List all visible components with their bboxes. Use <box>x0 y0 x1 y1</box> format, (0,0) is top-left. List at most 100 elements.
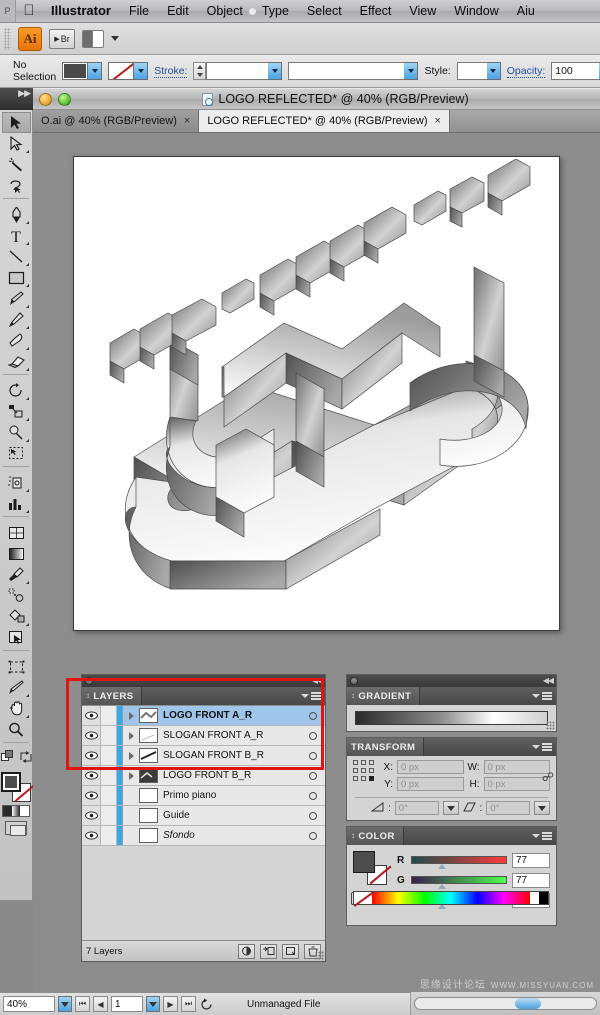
gradient-tool[interactable] <box>2 543 31 564</box>
none-swatch[interactable] <box>354 892 372 904</box>
lock-toggle[interactable] <box>101 786 117 805</box>
artboard-tool[interactable] <box>2 656 31 677</box>
type-tool[interactable]: T <box>2 225 31 246</box>
layer-name[interactable]: Sfondo <box>163 830 301 841</box>
chevron-down-icon[interactable] <box>111 36 119 41</box>
color-spectrum-ramp[interactable] <box>353 891 549 905</box>
tab-transform[interactable]: TRANSFORM <box>347 738 425 756</box>
tab-gradient[interactable]: ↕ GRADIENT <box>347 687 421 705</box>
graphic-style-swatch[interactable] <box>456 62 487 80</box>
eraser-tool[interactable] <box>2 351 31 372</box>
transform-panel-menu-icon[interactable] <box>532 743 556 751</box>
white-swatch[interactable] <box>530 892 539 904</box>
canvas-area[interactable] <box>33 133 600 648</box>
pen-tool[interactable] <box>2 204 31 225</box>
close-icon[interactable]: × <box>184 115 190 127</box>
zoom-level-input[interactable]: 40% <box>3 996 55 1012</box>
pencil-tool[interactable] <box>2 309 31 330</box>
slice-tool[interactable] <box>2 677 31 698</box>
layer-name[interactable]: LOGO FRONT B_R <box>163 770 301 781</box>
chevron-right-icon[interactable] <box>123 731 139 740</box>
black-swatch[interactable] <box>539 892 548 904</box>
cursor-coordinates-icon[interactable] <box>199 996 214 1012</box>
chevron-right-icon[interactable] <box>123 751 139 760</box>
panel-resize-grip[interactable] <box>546 721 555 730</box>
transform-x-input[interactable]: 0 px <box>397 760 464 774</box>
chevron-right-icon[interactable] <box>123 771 139 780</box>
stroke-weight-input[interactable] <box>206 62 269 80</box>
close-icon[interactable]: × <box>435 115 441 127</box>
menu-item-illustrator[interactable]: Illustrator <box>42 0 120 22</box>
next-artboard-button[interactable]: ▶ <box>163 996 178 1012</box>
slider-g[interactable] <box>411 876 507 889</box>
layer-row[interactable]: SLOGAN FRONT B_R <box>82 746 325 766</box>
transform-y-input[interactable]: 0 px <box>397 777 464 791</box>
gradient-preview-ramp[interactable] <box>355 711 548 725</box>
layer-row[interactable]: Guide <box>82 806 325 826</box>
stroke-weight-control[interactable] <box>193 62 283 80</box>
collapse-arrows-icon[interactable]: ▶▶ <box>18 89 31 98</box>
live-paint-bucket-tool[interactable] <box>2 606 31 627</box>
gradient-icon[interactable] <box>11 806 21 816</box>
fill-color-control[interactable] <box>62 62 103 80</box>
channel-value-g[interactable]: 77 <box>512 872 550 888</box>
lock-toggle[interactable] <box>101 826 117 845</box>
lock-toggle[interactable] <box>101 766 117 785</box>
menu-item-object[interactable]: Object <box>198 0 252 22</box>
stroke-profile-dropdown-icon[interactable] <box>404 62 419 80</box>
target-circle-icon[interactable] <box>301 711 325 720</box>
layer-row[interactable]: SLOGAN FRONT A_R <box>82 726 325 746</box>
layers-panel-menu-icon[interactable] <box>301 692 325 700</box>
document-tab-1[interactable]: LOGO REFLECTED* @ 40% (RGB/Preview) × <box>199 110 450 132</box>
rotate-tool[interactable] <box>2 380 31 401</box>
reference-point-grid-icon[interactable] <box>353 760 375 782</box>
menu-item-window[interactable]: Window <box>445 0 507 22</box>
screen-mode-icon[interactable] <box>5 821 27 836</box>
eye-icon[interactable] <box>82 786 101 805</box>
selection-tool[interactable] <box>1 112 31 133</box>
paintbrush-tool[interactable] <box>2 288 31 309</box>
layer-row[interactable]: Sfondo <box>82 826 325 846</box>
gradient-panel-menu-icon[interactable] <box>532 692 556 700</box>
menu-item-effect[interactable]: Effect <box>351 0 401 22</box>
transform-rotate-input[interactable]: 0° <box>394 801 439 815</box>
left-dock-collapse-strip[interactable]: ▶▶ <box>0 88 33 110</box>
artboard[interactable] <box>73 156 560 631</box>
live-paint-selection-tool[interactable] <box>2 627 31 648</box>
eye-icon[interactable] <box>82 826 101 845</box>
stroke-weight-stepper[interactable] <box>193 62 207 80</box>
fill-swatch-dropdown-icon[interactable] <box>88 62 103 80</box>
transform-h-input[interactable]: 0 px <box>483 777 550 791</box>
target-circle-icon[interactable] <box>301 811 325 820</box>
opacity-control[interactable]: 100 <box>551 62 600 80</box>
color-mode-buttons[interactable] <box>2 805 30 817</box>
tab-layers[interactable]: ↕ LAYERS <box>82 687 143 705</box>
scrollbar-track[interactable] <box>414 997 597 1010</box>
graphic-style-control[interactable] <box>456 62 501 80</box>
artboard-number-input[interactable]: 1 <box>111 996 143 1012</box>
fill-indicator[interactable] <box>1 772 21 792</box>
line-segment-tool[interactable] <box>2 246 31 267</box>
panel-resize-grip[interactable] <box>315 951 324 960</box>
blend-tool[interactable] <box>2 585 31 606</box>
layers-list[interactable]: LOGO FRONT A_R SLOGAN FRONT A_R SLOGAN F… <box>82 705 325 846</box>
menu-item-edit[interactable]: Edit <box>158 0 198 22</box>
layer-row[interactable]: Primo piano <box>82 786 325 806</box>
opacity-label[interactable]: Opacity: <box>506 65 546 78</box>
scrollbar-thumb[interactable] <box>514 998 541 1009</box>
direct-selection-tool[interactable] <box>2 133 31 154</box>
free-transform-tool[interactable] <box>2 443 31 464</box>
hand-tool[interactable] <box>2 698 31 719</box>
menu-item-type[interactable]: Type <box>253 0 298 22</box>
lock-toggle[interactable] <box>101 806 117 825</box>
swap-fill-stroke-icon[interactable] <box>19 750 32 768</box>
lock-toggle[interactable] <box>101 726 117 745</box>
stroke-swatch-dropdown-icon[interactable] <box>134 62 149 80</box>
target-circle-icon[interactable] <box>301 731 325 740</box>
column-graph-tool[interactable] <box>2 493 31 514</box>
stroke-weight-dropdown-icon[interactable] <box>268 62 283 80</box>
eye-icon[interactable] <box>82 726 101 745</box>
gradient-panel-topbar[interactable]: ◀◀ <box>347 675 556 687</box>
eye-icon[interactable] <box>82 706 101 725</box>
chevron-right-icon[interactable] <box>123 711 139 720</box>
